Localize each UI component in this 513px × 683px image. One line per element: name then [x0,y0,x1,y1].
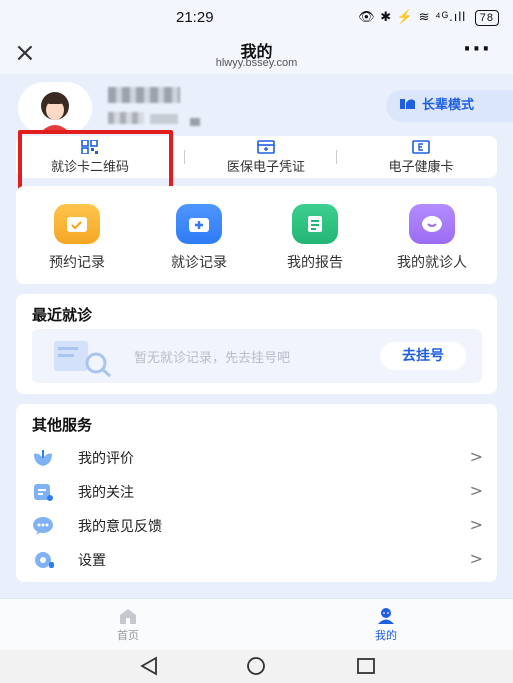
empty-records-text: 暂无就诊记录，先去挂号吧 [134,351,291,366]
title-bar: × 我的 hlwyy.bssey.com ··· [0,34,513,74]
system-nav-bar [0,650,513,683]
avatar-girl-icon [39,92,71,134]
my-reports-label: 我的报告 [287,255,343,271]
records-card: 预约记录 就诊记录 我的报告 我的就诊人 [16,186,497,284]
profile-header: 长辈模式 [0,74,513,136]
masked-user-info [108,112,144,124]
divider [336,150,337,164]
more-menu-button[interactable]: ··· [463,39,491,61]
status-time: 21:29 [176,9,214,26]
chevron-right-icon: > [469,515,483,534]
gear-icon [35,552,54,568]
nav-tab-home[interactable]: 首页 [98,607,158,643]
service-item-my-follows[interactable]: 我的关注 > [16,476,497,510]
my-patients-label: 我的就诊人 [397,255,467,271]
report-icon [292,204,338,244]
service-item-label: 我的关注 [78,485,134,501]
nav-tab-home-label: 首页 [117,629,139,642]
masked-username [108,87,180,103]
other-services-title: 其他服务 [32,416,93,434]
health-card-icon [412,140,430,154]
elder-mode-label: 长辈模式 [422,98,475,113]
back-triangle-icon[interactable] [138,656,160,676]
quick-action-visit-qrcode[interactable]: 就诊卡二维码 [30,140,150,175]
service-item-settings[interactable]: 设置 > [16,544,497,578]
service-item-label: 我的意见反馈 [78,519,162,535]
my-reports-item[interactable]: 我的报告 [265,204,365,272]
bottom-nav: 首页 我的 [0,598,513,650]
service-item-label: 设置 [78,553,106,569]
status-icons: 👁 ✱ ⚡ ≋ ⁴ᴳ.ıll 78 [358,9,499,26]
recent-apps-square-icon[interactable] [356,658,376,674]
page-url: hlwyy.bssey.com [215,57,298,69]
service-item-my-reviews[interactable]: 我的评价 > [16,442,497,476]
quick-action-label: 医保电子凭证 [226,160,305,175]
quick-action-label: 就诊卡二维码 [50,160,129,175]
empty-records-illustration-icon [54,341,111,378]
visit-records-label: 就诊记录 [171,255,227,271]
home-icon [120,609,136,624]
masked-user-info-3 [190,118,200,126]
avatar[interactable] [18,82,92,134]
chevron-right-icon: > [469,481,483,500]
status-bar: 21:29 👁 ✱ ⚡ ≋ ⁴ᴳ.ıll 78 [0,0,513,34]
masked-user-info-2 [150,114,178,124]
quick-action-label: 电子健康卡 [388,160,454,175]
user-icon [378,608,394,624]
feedback-chat-icon [33,517,53,535]
calendar-icon [54,204,100,244]
service-item-label: 我的评价 [78,451,134,467]
elder-mode-icon [400,90,416,122]
other-services-card: 其他服务 我的评价 > 我的关注 > 我的意见反馈 > 设置 > [16,404,497,582]
battery-icon: 78 [474,10,499,26]
follow-icon [34,484,53,501]
go-register-button[interactable]: 去挂号 [380,342,466,370]
quick-action-health-card[interactable]: 电子健康卡 [361,140,481,175]
nav-tab-mine-label: 我的 [375,629,397,642]
recent-visits-card: 最近就诊 暂无就诊记录，先去挂号吧 去挂号 [16,294,497,394]
appointment-records-label: 预约记录 [49,255,105,271]
qrcode-icon [81,140,98,154]
elder-mode-button[interactable]: 长辈模式 [386,90,513,122]
nav-tab-mine[interactable]: 我的 [356,607,416,643]
divider [184,150,185,164]
patient-chat-icon [409,204,455,244]
service-item-feedback[interactable]: 我的意见反馈 > [16,510,497,544]
status-indicator-icons: 👁 ✱ ⚡ ≋ ⁴ᴳ.ıll [358,9,467,24]
recent-visits-empty-state: 暂无就诊记录，先去挂号吧 去挂号 [32,329,482,383]
medical-kit-icon [176,204,222,244]
insurance-card-icon [257,140,275,154]
chevron-right-icon: > [469,447,483,466]
recent-visits-title: 最近就诊 [32,306,93,324]
quick-actions-card: 就诊卡二维码 医保电子凭证 电子健康卡 [16,136,497,178]
visit-records-item[interactable]: 就诊记录 [149,204,249,272]
quick-action-medical-insurance[interactable]: 医保电子凭证 [196,140,336,175]
appointment-records-item[interactable]: 预约记录 [27,204,127,272]
my-patients-item[interactable]: 我的就诊人 [376,204,488,272]
home-circle-icon[interactable] [245,656,267,676]
chevron-right-icon: > [469,549,483,568]
review-icon [34,450,52,466]
